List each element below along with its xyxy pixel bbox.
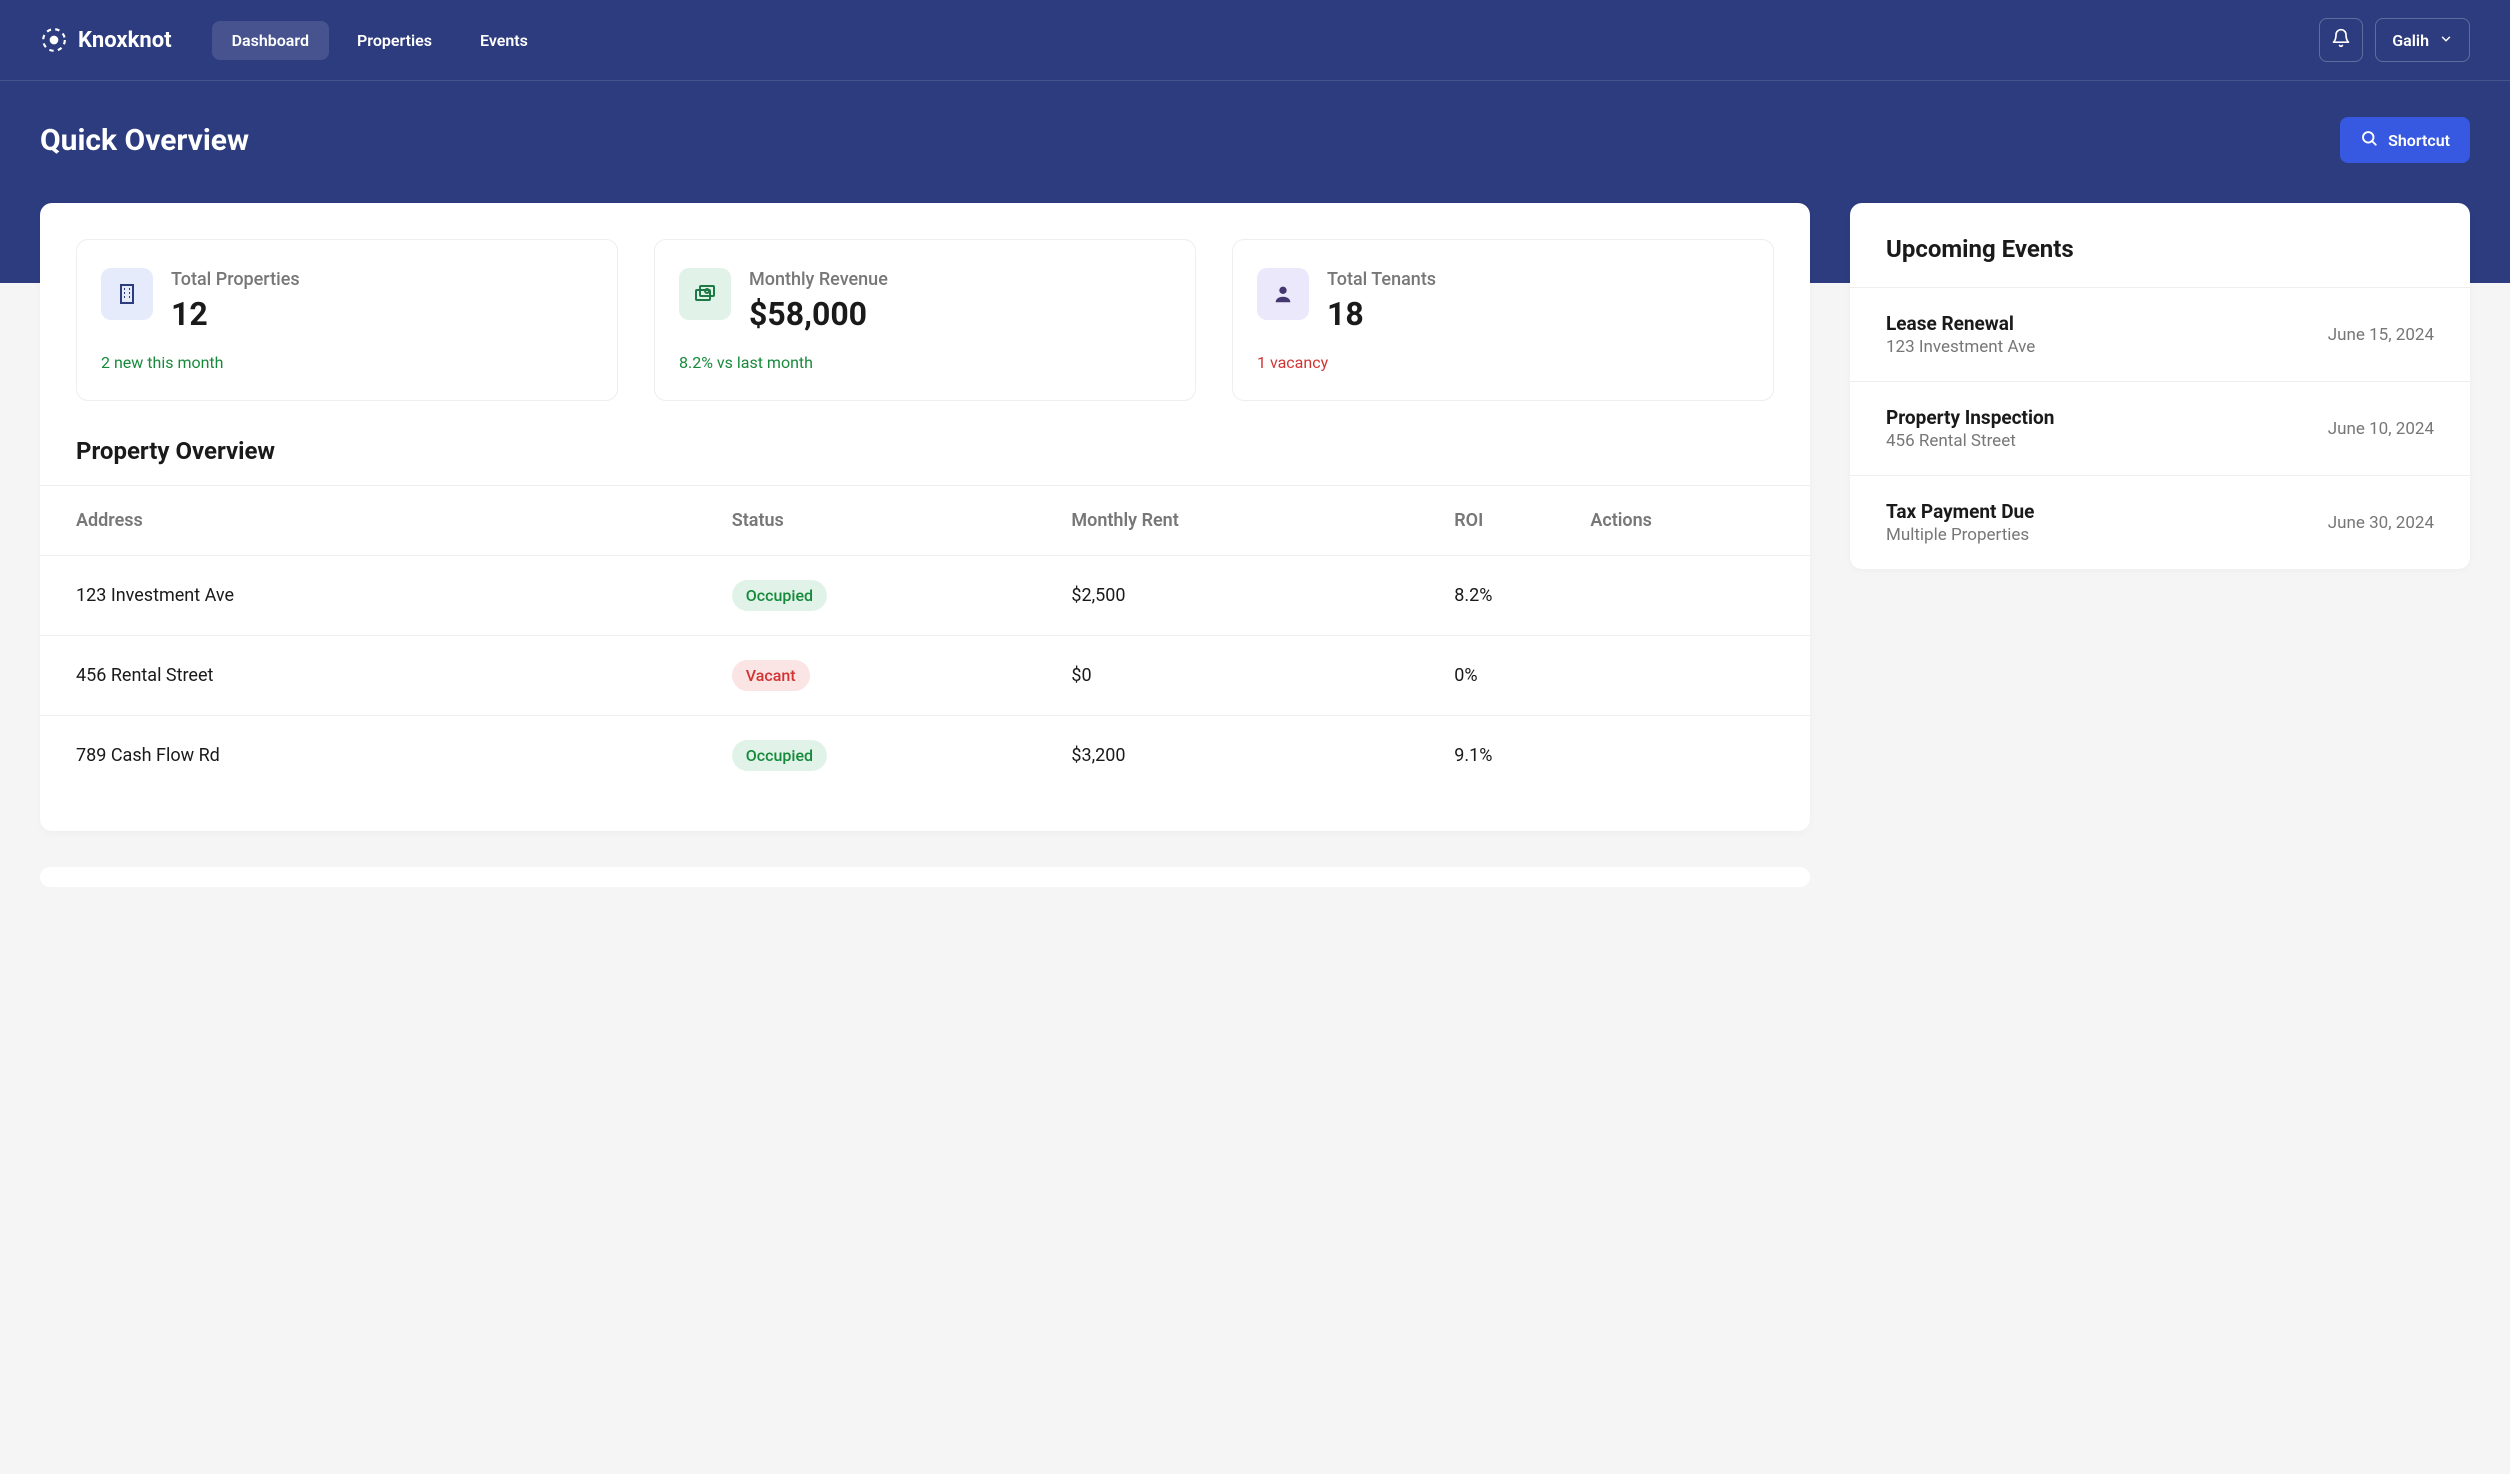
status-cell: Occupied bbox=[732, 716, 1072, 796]
shortcut-button[interactable]: Shortcut bbox=[2340, 117, 2470, 163]
status-badge: Occupied bbox=[732, 740, 827, 771]
event-subtitle: 456 Rental Street bbox=[1886, 431, 2054, 451]
status-cell: Occupied bbox=[732, 556, 1072, 636]
rent-cell: $2,500 bbox=[1071, 556, 1454, 636]
nav-tab-events[interactable]: Events bbox=[460, 21, 548, 60]
stat-card: Total Properties 12 2 new this month bbox=[76, 239, 618, 401]
column-header: Status bbox=[732, 486, 1072, 556]
address-cell: 123 Investment Ave bbox=[40, 556, 732, 636]
nav-bar: Knoxknot DashboardPropertiesEvents Galih bbox=[0, 0, 2510, 81]
nav-tab-dashboard[interactable]: Dashboard bbox=[212, 21, 329, 60]
column-header: Actions bbox=[1590, 486, 1810, 556]
user-menu-button[interactable]: Galih bbox=[2375, 18, 2470, 62]
table-title: Property Overview bbox=[76, 437, 1774, 465]
event-date: June 15, 2024 bbox=[2328, 325, 2434, 345]
overview-panel: Total Properties 12 2 new this month Mon… bbox=[40, 203, 1810, 831]
app-logo[interactable]: Knoxknot bbox=[40, 26, 172, 54]
actions-cell[interactable] bbox=[1590, 556, 1810, 636]
event-name: Property Inspection bbox=[1886, 406, 2054, 429]
money-icon bbox=[679, 268, 731, 320]
stat-label: Total Tenants bbox=[1327, 268, 1436, 291]
user-name-label: Galih bbox=[2392, 31, 2429, 50]
stat-label: Monthly Revenue bbox=[749, 268, 888, 291]
column-header: Address bbox=[40, 486, 732, 556]
stat-subtext: 1 vacancy bbox=[1257, 353, 1749, 372]
status-badge: Vacant bbox=[732, 660, 810, 691]
table-row: 456 Rental Street Vacant $0 0% bbox=[40, 636, 1810, 716]
events-title: Upcoming Events bbox=[1850, 203, 2470, 287]
stat-card: Total Tenants 18 1 vacancy bbox=[1232, 239, 1774, 401]
search-icon bbox=[2360, 129, 2378, 151]
stat-value: 12 bbox=[171, 295, 300, 333]
roi-cell: 9.1% bbox=[1454, 716, 1590, 796]
event-date: June 10, 2024 bbox=[2328, 419, 2434, 439]
event-name: Tax Payment Due bbox=[1886, 500, 2034, 523]
table-row: 789 Cash Flow Rd Occupied $3,200 9.1% bbox=[40, 716, 1810, 796]
events-panel: Upcoming Events Lease Renewal 123 Invest… bbox=[1850, 203, 2470, 569]
chevron-down-icon bbox=[2439, 31, 2453, 50]
event-subtitle: Multiple Properties bbox=[1886, 525, 2034, 545]
stat-label: Total Properties bbox=[171, 268, 300, 291]
page-title: Quick Overview bbox=[40, 123, 249, 158]
status-cell: Vacant bbox=[732, 636, 1072, 716]
event-row[interactable]: Lease Renewal 123 Investment Ave June 15… bbox=[1850, 287, 2470, 381]
shortcut-label: Shortcut bbox=[2388, 131, 2450, 150]
stat-card: Monthly Revenue $58,000 8.2% vs last mon… bbox=[654, 239, 1196, 401]
rent-cell: $3,200 bbox=[1071, 716, 1454, 796]
rent-cell: $0 bbox=[1071, 636, 1454, 716]
notifications-button[interactable] bbox=[2319, 18, 2363, 62]
roi-cell: 0% bbox=[1454, 636, 1590, 716]
event-name: Lease Renewal bbox=[1886, 312, 2035, 335]
app-name-label: Knoxknot bbox=[78, 28, 172, 53]
address-cell: 456 Rental Street bbox=[40, 636, 732, 716]
event-row[interactable]: Tax Payment Due Multiple Properties June… bbox=[1850, 475, 2470, 569]
next-panel-stub bbox=[40, 867, 1810, 887]
event-row[interactable]: Property Inspection 456 Rental Street Ju… bbox=[1850, 381, 2470, 475]
stat-value: 18 bbox=[1327, 295, 1436, 333]
stat-subtext: 2 new this month bbox=[101, 353, 593, 372]
bell-icon bbox=[2331, 28, 2351, 52]
property-table: AddressStatusMonthly RentROIActions 123 … bbox=[40, 486, 1810, 795]
actions-cell[interactable] bbox=[1590, 636, 1810, 716]
roi-cell: 8.2% bbox=[1454, 556, 1590, 636]
table-row: 123 Investment Ave Occupied $2,500 8.2% bbox=[40, 556, 1810, 636]
column-header: Monthly Rent bbox=[1071, 486, 1454, 556]
nav-tab-properties[interactable]: Properties bbox=[337, 21, 452, 60]
logo-icon bbox=[40, 26, 68, 54]
status-badge: Occupied bbox=[732, 580, 827, 611]
stat-subtext: 8.2% vs last month bbox=[679, 353, 1171, 372]
actions-cell[interactable] bbox=[1590, 716, 1810, 796]
address-cell: 789 Cash Flow Rd bbox=[40, 716, 732, 796]
person-icon bbox=[1257, 268, 1309, 320]
event-date: June 30, 2024 bbox=[2328, 513, 2434, 533]
event-subtitle: 123 Investment Ave bbox=[1886, 337, 2035, 357]
building-icon bbox=[101, 268, 153, 320]
stat-value: $58,000 bbox=[749, 295, 888, 333]
column-header: ROI bbox=[1454, 486, 1590, 556]
